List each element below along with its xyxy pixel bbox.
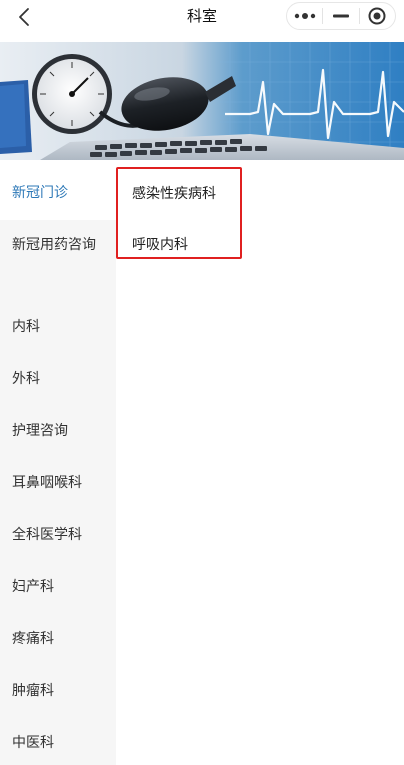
sidebar-item-label: 新冠门诊: [12, 185, 68, 201]
blood-pressure-monitor-icon: [0, 42, 404, 160]
sidebar-item-general-practice[interactable]: 全科医学科: [0, 520, 116, 550]
sidebar-item-tcm[interactable]: 中医科: [0, 728, 116, 758]
mini-program-capsule: [286, 2, 396, 30]
sidebar-item-oncology[interactable]: 肿瘤科: [0, 676, 116, 706]
sidebar-item-covid-medication[interactable]: 新冠用药咨询: [0, 230, 116, 290]
sidebar-item-label: 外科: [12, 371, 40, 387]
sidebar-item-label: 耳鼻咽喉科: [12, 475, 82, 491]
close-miniprogram-button[interactable]: [360, 3, 395, 29]
sidebar-item-label: 新冠用药咨询: [12, 237, 96, 253]
banner-image: [0, 42, 404, 160]
sidebar-item-internal-medicine[interactable]: 内科: [0, 312, 116, 342]
sidebar-item-label: 中医科: [12, 735, 54, 751]
sidebar-item-label: 内科: [12, 319, 40, 335]
sidebar-item-obstetrics[interactable]: 妇产科: [0, 572, 116, 602]
more-dots-icon: [294, 13, 315, 19]
back-button[interactable]: [12, 4, 36, 30]
list-item-respiratory[interactable]: 呼吸内科: [132, 235, 188, 255]
chevron-left-icon: [19, 8, 29, 26]
list-item-infectious-disease[interactable]: 感染性疾病科: [132, 184, 216, 204]
department-list: 感染性疾病科 呼吸内科: [116, 166, 404, 765]
sidebar-item-ent[interactable]: 耳鼻咽喉科: [0, 468, 116, 498]
more-button[interactable]: [287, 3, 322, 29]
sidebar-item-label: 护理咨询: [12, 423, 68, 439]
sidebar-item-pain[interactable]: 疼痛科: [0, 624, 116, 654]
minus-icon: [332, 14, 349, 18]
sidebar-item-nursing-consult[interactable]: 护理咨询: [0, 416, 116, 446]
sidebar-item-covid-clinic[interactable]: 新冠门诊: [0, 166, 116, 220]
top-nav-bar: 科室: [0, 0, 404, 35]
sidebar-item-label: 全科医学科: [12, 527, 82, 543]
sidebar-item-label: 妇产科: [12, 579, 54, 595]
minimize-button[interactable]: [323, 3, 358, 29]
sidebar-item-surgery[interactable]: 外科: [0, 364, 116, 394]
sidebar-item-label: 疼痛科: [12, 631, 54, 647]
target-circle-icon: [368, 7, 386, 25]
category-sidebar: 新冠门诊 新冠用药咨询 内科 外科 护理咨询 耳鼻咽喉科 全科医学科 妇产科 疼…: [0, 166, 116, 765]
sidebar-item-label: 肿瘤科: [12, 683, 54, 699]
